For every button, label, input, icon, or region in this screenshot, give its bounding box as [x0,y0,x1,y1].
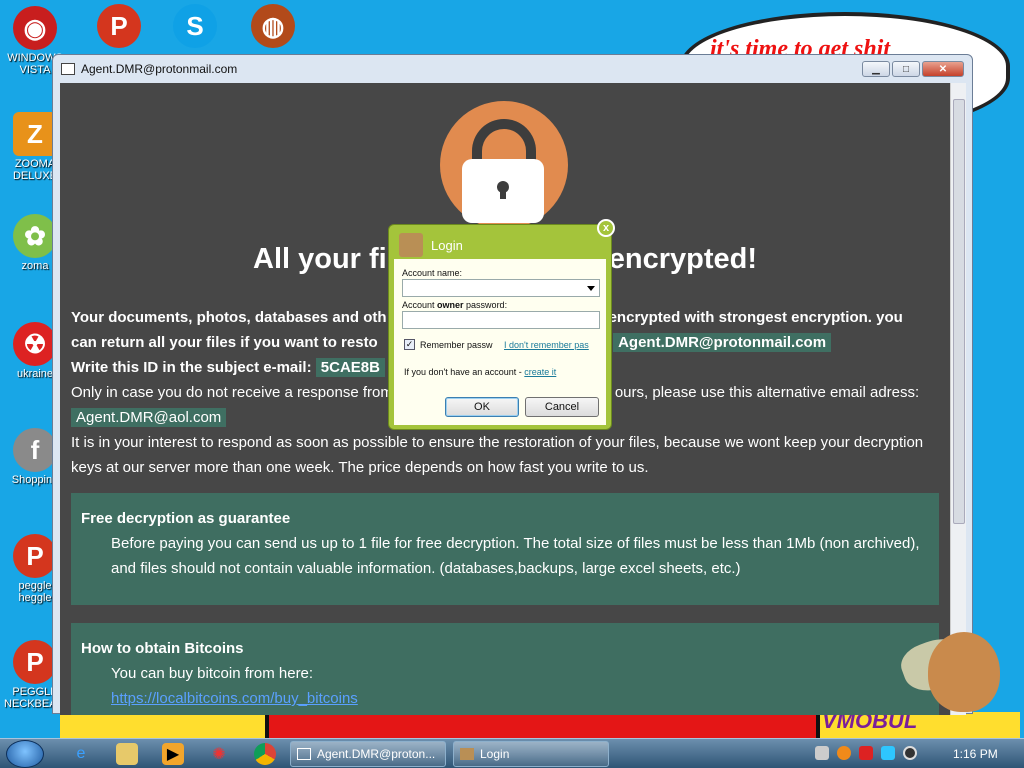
primary-email[interactable]: Agent.DMR@protonmail.com [613,333,832,352]
bitcoin-title: How to obtain Bitcoins [81,640,244,657]
free-decryption-section: Free decryption as guarantee Before payi… [71,493,939,605]
skype-icon: S [173,4,217,48]
monitor-icon[interactable] [881,746,895,760]
system-tray [815,746,917,760]
remember-checkbox[interactable]: ✓ [404,339,415,350]
desktop-icon-skype[interactable]: S [164,4,226,50]
spiral-icon[interactable]: ✺ [208,743,230,765]
vertical-scrollbar[interactable] [950,83,966,715]
chrome-icon[interactable] [254,743,276,765]
flag-icon[interactable] [859,746,873,760]
forgot-password-link[interactable]: I don't remember pas [504,340,589,350]
hamster-icon [460,748,474,760]
window-icon [61,63,75,75]
desktop-icon-peggle-top[interactable]: P [88,4,150,50]
window-controls: ▁ □ ✕ [862,61,964,77]
window-icon [297,748,311,760]
create-account-link[interactable]: create it [524,367,556,377]
alternative-email[interactable]: Agent.DMR@aol.com [71,408,227,427]
minimize-button[interactable]: ▁ [862,61,890,77]
free-decryption-text: Before paying you can send us up to 1 fi… [111,535,920,577]
folder-icon[interactable] [116,743,138,765]
account-name-field[interactable] [402,279,600,297]
bitcoin-text: You can buy bitcoin from here: [111,665,314,682]
bitcoin-link[interactable]: https://localbitcoins.com/buy_bitcoins [111,686,929,711]
close-button[interactable]: ✕ [922,61,964,77]
hamster-image [928,632,1000,712]
login-titlebar[interactable]: Login [399,233,463,257]
victim-id[interactable]: 5CAE8B [315,358,385,377]
login-form: Account name: Account owner password: ✓ … [394,259,606,425]
password-field[interactable] [402,311,600,329]
start-button[interactable] [6,740,44,768]
window-titlebar[interactable]: Agent.DMR@protonmail.com [53,55,972,83]
peggle-icon: P [13,640,57,684]
chevron-down-icon[interactable] [587,286,595,291]
scrollbar-thumb[interactable] [953,99,965,524]
zooma-icon: Z [13,112,57,156]
paragraph-interest: It is in your interest to respond as soo… [71,434,924,476]
desktop-icon-globe[interactable]: ◍ [242,4,304,50]
no-account-text: If you don't have an account - create it [404,367,557,377]
vista-icon: ◉ [13,6,57,50]
account-name-label: Account name: [402,268,463,278]
ie-icon[interactable]: e [70,743,92,765]
taskbar: e ▶ ✺ Agent.DMR@proton... Login 1:16 PM [0,738,1024,768]
taskbar-task-login[interactable]: Login [453,741,609,767]
maximize-button[interactable]: □ [892,61,920,77]
window-title: Agent.DMR@protonmail.com [81,62,238,76]
bitcoin-section: How to obtain Bitcoins You can buy bitco… [71,623,939,715]
free-decryption-title: Free decryption as guarantee [81,510,291,527]
globe-icon: ◍ [251,4,295,48]
flash-icon: f [13,428,57,472]
login-dialog: Login x Account name: Account owner pass… [388,219,615,430]
ok-button[interactable]: OK [445,397,519,417]
login-close-button[interactable]: x [597,219,615,237]
volume-icon[interactable] [903,746,917,760]
hamster-avatar-icon [399,233,423,257]
taskbar-task-ransom[interactable]: Agent.DMR@proton... [290,741,446,767]
clock[interactable]: 1:16 PM [953,747,998,761]
radiation-icon: ☢ [13,322,57,366]
keyhole-icon-stem [500,187,506,199]
wallpaper-red-block [265,712,820,740]
tray-app-icon[interactable] [815,746,829,760]
cancel-button[interactable]: Cancel [525,397,599,417]
remember-label: Remember passw [420,340,493,350]
peggle-icon: P [13,534,57,578]
login-title: Login [431,237,463,253]
flower-icon: ✿ [13,214,57,258]
peggle-icon: P [97,4,141,48]
search-icon[interactable] [837,746,851,760]
password-label: Account owner password: [402,300,508,310]
media-player-icon[interactable]: ▶ [162,743,184,765]
